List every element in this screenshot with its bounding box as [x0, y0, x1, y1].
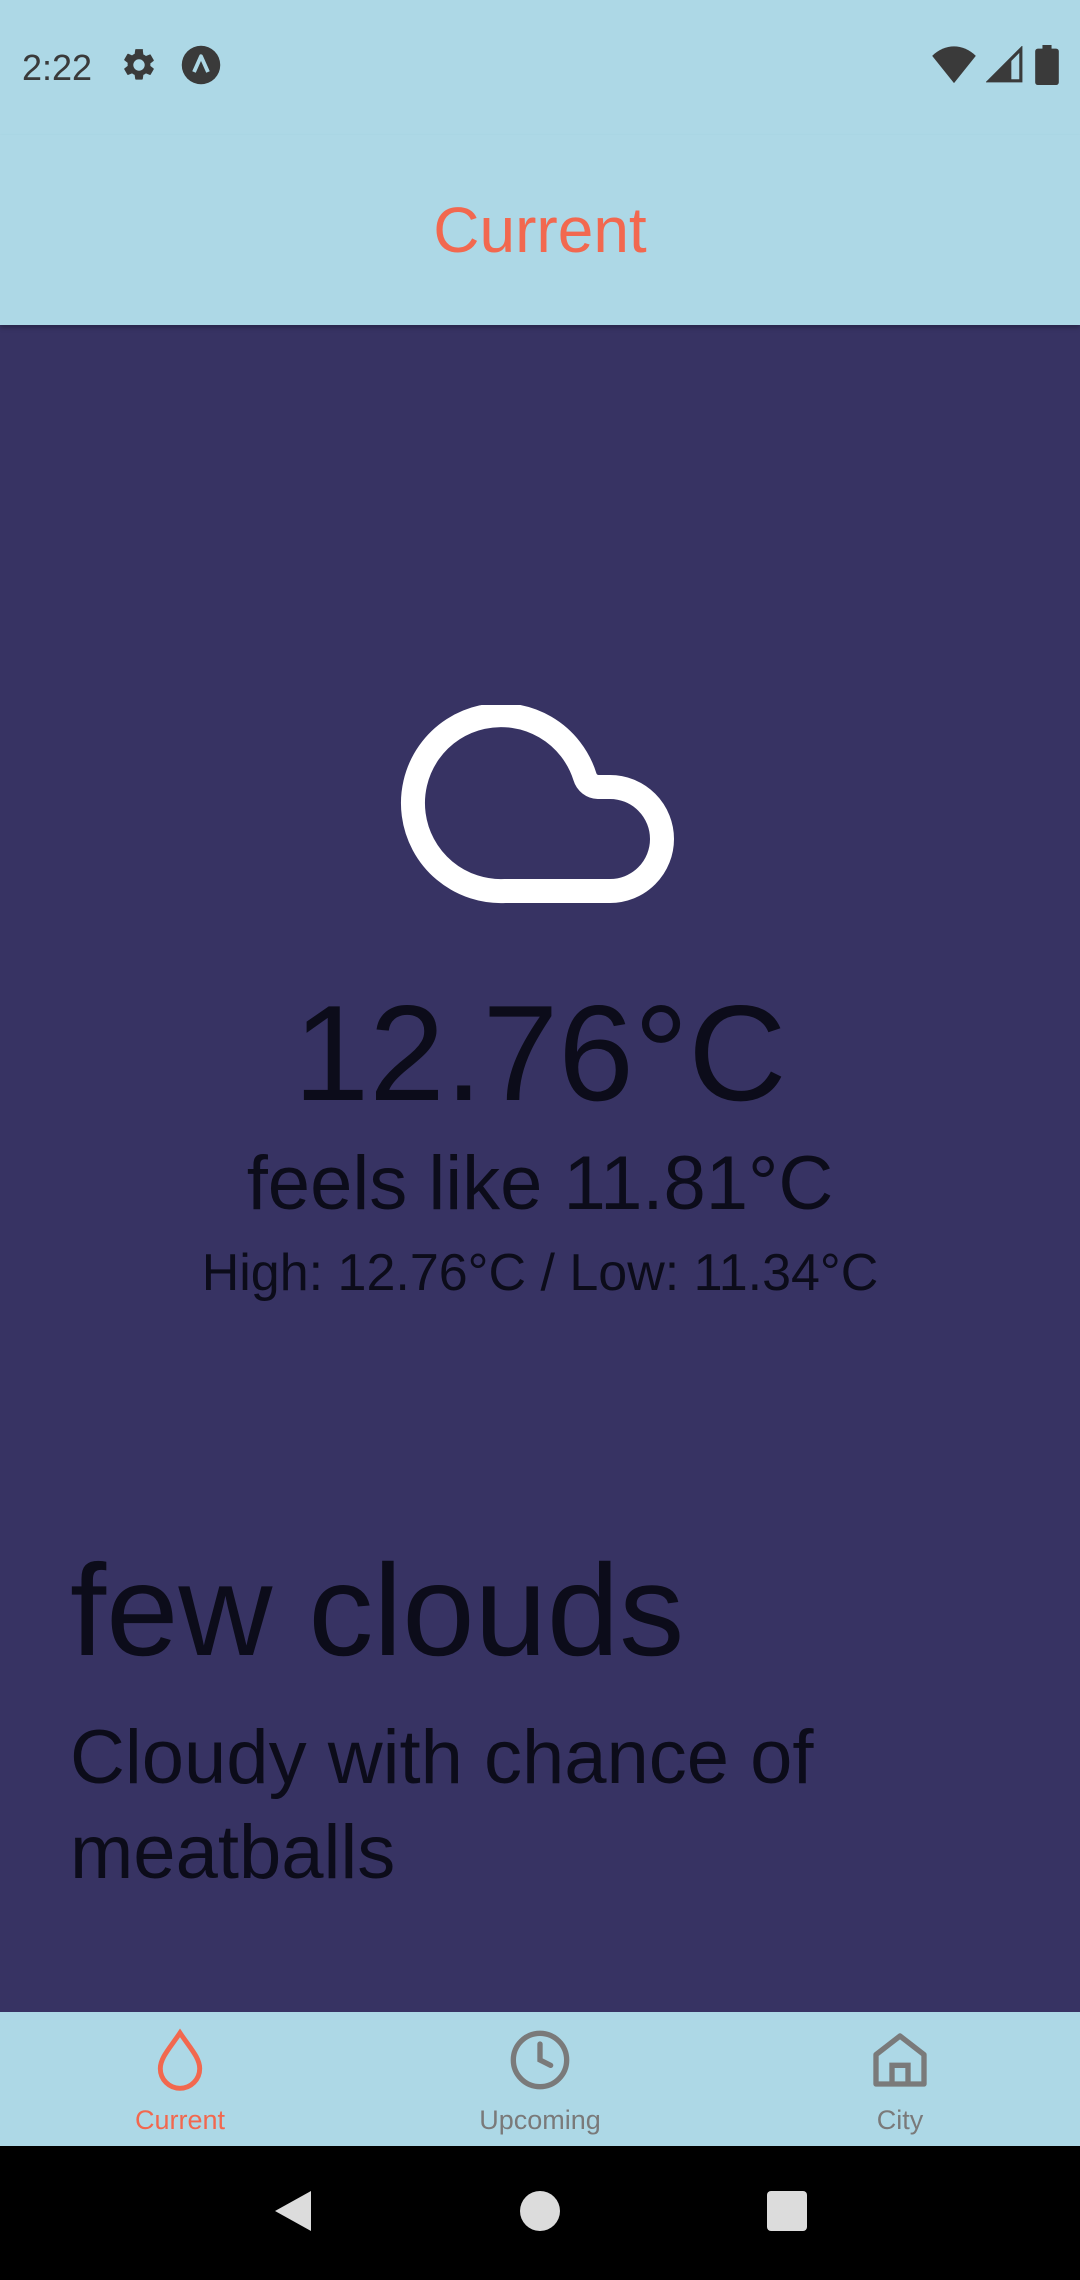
recents-icon[interactable]: [765, 2189, 809, 2238]
status-right-icons: [932, 45, 1060, 90]
signal-icon: [985, 45, 1024, 89]
temperature: 12.76°C: [293, 977, 787, 1129]
page-title: Current: [433, 194, 647, 266]
current-weather-panel: 12.76°C feels like 11.81°C High: 12.76°C…: [0, 325, 1080, 2012]
home-icon: [868, 2028, 932, 2097]
cloud-icon: [400, 703, 680, 920]
high-temp: High: 12.76°C: [201, 1244, 527, 1302]
feels-like: feels like 11.81°C: [246, 1141, 834, 1226]
status-bar: 2:22: [0, 0, 1080, 135]
back-icon[interactable]: [271, 2187, 315, 2240]
status-time: 2:22: [22, 46, 93, 88]
drop-icon: [150, 2028, 210, 2097]
app-header: Current: [0, 135, 1080, 325]
tab-current-label: Current: [134, 2105, 226, 2135]
weather-detail: Cloudy with chance of meatballs: [70, 1715, 814, 1895]
status-left-icons: [120, 44, 222, 91]
system-navigation-bar: [0, 2146, 1080, 2280]
home-button-icon[interactable]: [518, 2189, 562, 2238]
tab-upcoming[interactable]: Upcoming: [360, 2012, 720, 2146]
app-a-icon: [180, 44, 222, 91]
high-low-separator: /: [526, 1244, 570, 1302]
bottom-navigation: Current Upcoming City: [0, 2012, 1080, 2146]
weather-description: few clouds: [70, 1537, 685, 1683]
battery-icon: [1034, 45, 1060, 90]
tab-city[interactable]: City: [720, 2012, 1080, 2146]
high-low: High: 12.76°C / Low: 11.34°C: [0, 1243, 1080, 1303]
clock-icon: [508, 2028, 572, 2097]
tab-current[interactable]: Current: [0, 2012, 360, 2146]
gear-icon: [120, 46, 158, 89]
wifi-icon: [932, 45, 976, 90]
tab-city-label: City: [876, 2105, 924, 2135]
low-temp: Low: 11.34°C: [569, 1244, 879, 1302]
tab-upcoming-label: Upcoming: [479, 2105, 601, 2135]
